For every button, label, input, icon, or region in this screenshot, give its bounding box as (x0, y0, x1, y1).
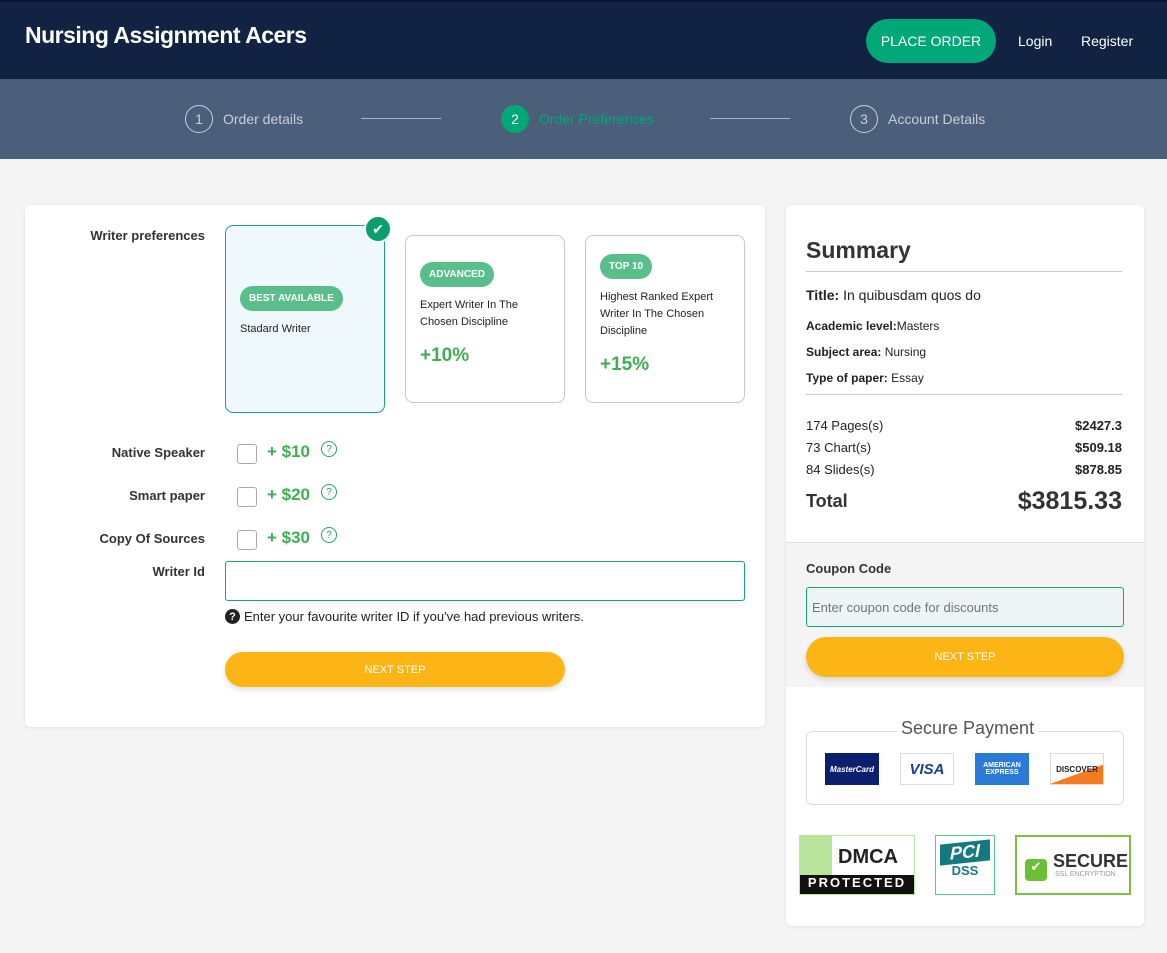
writer-price: +15% (600, 354, 650, 375)
copy-sources-checkbox[interactable] (237, 530, 257, 550)
charts-line: 73 Chart(s) $509.18 (806, 440, 1122, 455)
copy-sources-price: + $30 (267, 528, 311, 547)
writer-option-standard[interactable]: ✔ BEST AVAILABLE Stadard Writer (225, 215, 392, 413)
step-label: Order details (223, 111, 304, 127)
writer-id-label: Writer Id (152, 564, 206, 579)
login-link[interactable]: Login (1018, 33, 1052, 49)
pci-dss-seal: PCI DSS (935, 835, 995, 895)
copy-sources-label: Copy Of Sources (99, 531, 205, 546)
mastercard-icon: MasterCard (825, 753, 879, 785)
writer-badge: BEST AVAILABLE (240, 286, 343, 311)
writer-preferences-label: Writer preferences (90, 228, 205, 243)
discover-icon: DISCOVER (1050, 753, 1104, 785)
paper-type: Type of paper: Essay (806, 371, 924, 385)
summary-title: Summary (806, 237, 911, 263)
hint-text: Enter your favourite writer ID if you've… (244, 609, 584, 624)
register-link[interactable]: Register (1081, 33, 1133, 49)
help-icon[interactable]: ? (321, 441, 337, 457)
academic-level: Academic level:Masters (806, 319, 940, 333)
help-icon[interactable]: ? (321, 527, 337, 543)
native-speaker-label: Native Speaker (111, 445, 205, 460)
next-step-button[interactable]: NEXT STEP (225, 652, 565, 687)
paper-title: Title: In quibusdam quos do (806, 287, 981, 303)
help-icon[interactable]: ? (321, 484, 337, 500)
writer-option-top10[interactable]: TOP 10 Highest Ranked Expert Writer In T… (585, 235, 745, 403)
writer-id-input[interactable] (225, 561, 745, 601)
step-divider (361, 118, 441, 119)
step-number: 3 (850, 105, 878, 133)
brand-logo[interactable]: Nursing Assignment Acers (25, 22, 307, 49)
step-number: 1 (185, 105, 213, 133)
check-icon: ✔ (364, 215, 392, 243)
question-icon: ? (225, 609, 240, 624)
summary-next-step-button[interactable]: NEXT STEP (806, 637, 1124, 677)
ssl-secure-seal: ✔ SECURE SSL ENCRYPTION (1015, 835, 1131, 895)
step-label: Order Preferences (539, 111, 655, 127)
smart-paper-label: Smart paper (129, 488, 205, 503)
amex-icon: AMERICAN EXPRESS (975, 753, 1029, 785)
step-number: 2 (501, 105, 529, 133)
step-divider (710, 118, 790, 119)
top-header: Nursing Assignment Acers PLACE ORDER Log… (0, 0, 1167, 79)
writer-id-hint: ? Enter your favourite writer ID if you'… (225, 609, 584, 624)
coupon-label: Coupon Code (806, 561, 892, 576)
pages-line: 174 Pages(s) $2427.3 (806, 418, 1122, 433)
writer-price: +10% (420, 345, 470, 366)
subject-area: Subject area: Nursing (806, 345, 927, 359)
writer-description: Expert Writer In The Chosen Discipline (420, 299, 519, 328)
writer-description: Highest Ranked Expert Writer In The Chos… (600, 291, 714, 337)
native-speaker-price: + $10 (267, 442, 311, 461)
lock-icon: ✔ (1025, 859, 1047, 881)
smart-paper-checkbox[interactable] (237, 487, 257, 507)
slides-line: 84 Slides(s) $878.85 (806, 462, 1122, 477)
step-label: Account Details (888, 111, 986, 127)
place-order-button[interactable]: PLACE ORDER (866, 19, 996, 63)
summary-panel: Summary Title: In quibusdam quos do Acad… (786, 205, 1144, 926)
coupon-input[interactable] (806, 587, 1124, 627)
total-line: Total $3815.33 (806, 487, 1122, 515)
writer-description: Stadard Writer (240, 323, 311, 335)
coupon-section: Coupon Code NEXT STEP (786, 542, 1144, 687)
writer-badge: TOP 10 (600, 254, 653, 279)
secure-payment-title: Secure Payment (897, 718, 1039, 739)
preferences-form: Writer preferences ✔ BEST AVAILABLE Stad… (25, 205, 765, 727)
step-order-preferences[interactable]: 2 Order Preferences (501, 105, 654, 133)
writer-option-advanced[interactable]: ADVANCED Expert Writer In The Chosen Dis… (405, 235, 565, 403)
step-order-details[interactable]: 1 Order details (185, 105, 303, 133)
writer-badge: ADVANCED (420, 262, 494, 287)
visa-icon: VISA (900, 753, 954, 785)
native-speaker-checkbox[interactable] (237, 444, 257, 464)
secure-payment-box: Secure Payment MasterCard VISA AMERICAN … (806, 718, 1124, 805)
step-account-details[interactable]: 3 Account Details (850, 105, 985, 133)
smart-paper-price: + $20 (267, 485, 311, 504)
progress-steps: 1 Order details 2 Order Preferences 3 Accou… (0, 79, 1167, 159)
dmca-seal: DMCA PROTECTED (799, 835, 915, 895)
